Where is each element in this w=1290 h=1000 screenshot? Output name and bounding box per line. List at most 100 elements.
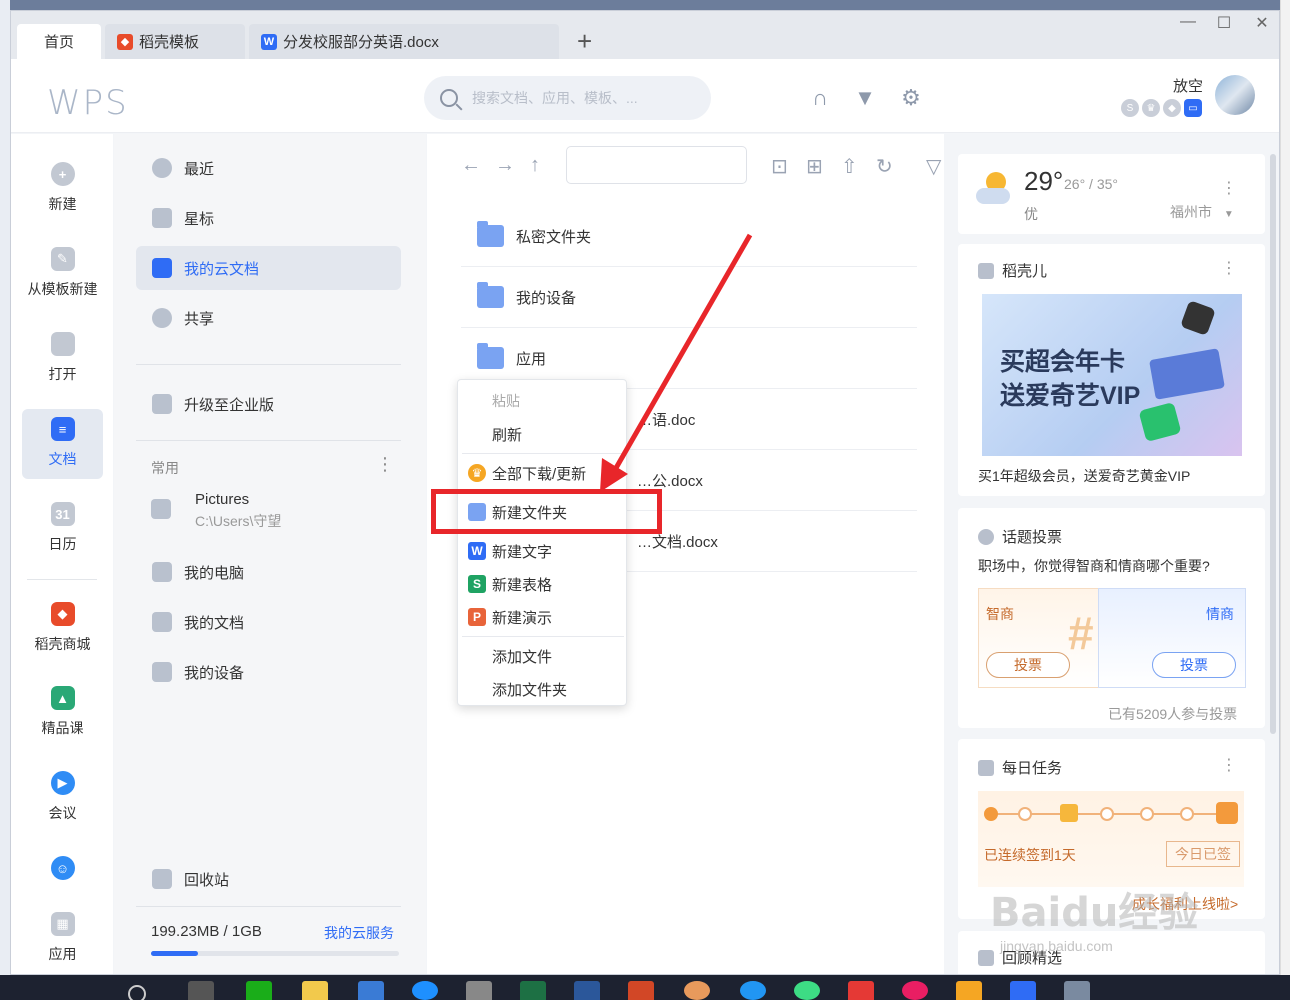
more-options-icon[interactable]: ⋮	[1221, 755, 1237, 775]
new-file-icon[interactable]: ⊞	[806, 154, 823, 179]
search-input[interactable]	[472, 90, 672, 106]
nav-new[interactable]: + 新建	[22, 154, 103, 224]
more-options-icon[interactable]: ⋮	[1221, 258, 1237, 278]
excel-icon[interactable]	[520, 981, 546, 1000]
skin-shirt-icon[interactable]: ▼	[853, 86, 877, 110]
sidebar-item-my-computer[interactable]: 我的电脑	[136, 550, 401, 594]
watermark-brand: Baidu经验	[990, 890, 1199, 936]
path-input[interactable]	[566, 146, 747, 184]
nav-documents[interactable]: ≡ 文档	[22, 409, 103, 479]
search-box[interactable]	[424, 76, 711, 120]
menu-item-add-folder[interactable]: 添加文件夹	[458, 674, 626, 704]
nav-label: 会议	[48, 805, 77, 821]
wps-taskbar-icon[interactable]	[1010, 981, 1036, 1000]
app-icon[interactable]	[684, 981, 710, 1000]
nav-apps[interactable]: ▦ 应用	[22, 904, 103, 974]
menu-item-new-slide[interactable]: P 新建演示	[458, 602, 626, 632]
app-icon[interactable]	[848, 981, 874, 1000]
signed-today-button[interactable]: 今日已签	[1166, 841, 1240, 867]
filter-icon[interactable]: ▽	[926, 154, 941, 179]
promo-banner[interactable]: 买超会年卡 送爱奇艺VIP	[982, 294, 1242, 456]
cloud-service-link[interactable]: 我的云服务	[324, 923, 394, 943]
store-icon[interactable]	[466, 981, 492, 1000]
task-view-icon[interactable]	[188, 981, 214, 1000]
powerpoint-icon[interactable]	[628, 981, 654, 1000]
close-icon[interactable]: ✕	[1247, 13, 1277, 33]
sidebar-item-label: 我的云文档	[184, 260, 260, 278]
tab-home[interactable]: 首页	[17, 24, 101, 59]
right-panel-scrollbar[interactable]	[1270, 154, 1276, 734]
gear-icon[interactable]: ⚙	[899, 86, 923, 110]
nav-new-from-template[interactable]: ✎ 从模板新建	[22, 239, 103, 309]
username[interactable]: 放空	[1173, 75, 1203, 96]
menu-item-new-sheet[interactable]: S 新建表格	[458, 569, 626, 599]
headset-icon[interactable]: ∩	[808, 86, 832, 110]
sidebar-item-upgrade-enterprise[interactable]: 升级至企业版	[136, 382, 401, 426]
city-selector[interactable]: 福州市 ▼	[1170, 202, 1234, 222]
storage-progress-bar	[151, 951, 399, 956]
app-icon[interactable]	[794, 981, 820, 1000]
badge-diamond-icon: ◆	[1163, 99, 1181, 117]
tab-document[interactable]: W 分发校服部分英语.docx	[249, 24, 559, 59]
file-name: 我的设备	[516, 289, 577, 307]
back-arrow-icon[interactable]: ←	[461, 154, 481, 177]
file-name: 私密文件夹	[516, 228, 592, 246]
nav-calendar[interactable]: 31 日历	[22, 494, 103, 564]
app-icon[interactable]	[956, 981, 982, 1000]
sidebar-item-pictures[interactable]: Pictures C:\Users\守望	[151, 491, 281, 531]
sidebar-item-recycle-bin[interactable]: 回收站	[136, 857, 401, 901]
maximize-icon[interactable]: ☐	[1209, 13, 1239, 33]
checkin-streak: 已连续签到1天	[984, 847, 1076, 863]
search-icon[interactable]	[128, 985, 146, 1000]
sidebar-item-cloud-docs[interactable]: 我的云文档	[136, 246, 401, 290]
vote-right-button[interactable]: 投票	[1152, 652, 1236, 678]
sidebar-item-shared[interactable]: 共享	[136, 296, 401, 340]
checkin-day	[1180, 807, 1194, 821]
sidebar-item-recent[interactable]: 最近	[136, 146, 401, 190]
checkin-day	[1018, 807, 1032, 821]
badge-s-icon: S	[1121, 99, 1139, 117]
minimize-icon[interactable]: —	[1173, 13, 1203, 31]
forward-arrow-icon[interactable]: →	[495, 154, 515, 177]
refresh-icon[interactable]: ↻	[876, 154, 893, 179]
word-icon[interactable]	[574, 981, 600, 1000]
sidebar-item-my-devices[interactable]: 我的设备	[136, 650, 401, 694]
more-options-icon[interactable]: ⋮	[376, 454, 394, 475]
nav-label: 文档	[48, 451, 77, 467]
private-folder-icon	[477, 221, 504, 247]
clock-icon	[152, 158, 172, 178]
app-icon[interactable]	[1064, 981, 1090, 1000]
laptop-illustration	[1149, 348, 1225, 400]
nav-meeting[interactable]: ▶ 会议	[22, 763, 103, 833]
file-explorer-icon[interactable]	[302, 981, 328, 1000]
wechat-icon[interactable]	[246, 981, 272, 1000]
up-arrow-icon[interactable]: ↑	[530, 154, 540, 177]
vote-left-button[interactable]: 投票	[986, 652, 1070, 678]
new-tab-button[interactable]: +	[577, 28, 592, 54]
sidebar-item-starred[interactable]: 星标	[136, 196, 401, 240]
nav-courses[interactable]: ▲ 精品课	[22, 678, 103, 748]
calendar-icon: 31	[50, 502, 75, 526]
watermark-url: jingyan.baidu.com	[1000, 938, 1113, 954]
upload-icon[interactable]: ⇧	[841, 154, 858, 179]
mail-icon[interactable]	[358, 981, 384, 1000]
tab-daoke-templates[interactable]: ◆ 稻壳模板	[105, 24, 245, 59]
folder-upload-icon[interactable]: ⊡	[771, 154, 788, 179]
more-options-icon[interactable]: ⋮	[1221, 178, 1237, 198]
menu-label: 添加文件	[492, 648, 553, 666]
menu-item-add-file[interactable]: 添加文件	[458, 641, 626, 671]
sidebar-item-my-documents[interactable]: 我的文档	[136, 600, 401, 644]
promo-caption[interactable]: 买1年超级会员，送爱奇艺黄金VIP	[978, 466, 1190, 486]
browser-icon[interactable]	[412, 981, 438, 1000]
menu-item-new-text[interactable]: W 新建文字	[458, 536, 626, 566]
nav-daoke-store[interactable]: ◆ 稻壳商城	[22, 594, 103, 664]
nav-open[interactable]: 打开	[22, 324, 103, 394]
app-icon[interactable]	[902, 981, 928, 1000]
app-icon[interactable]	[740, 981, 766, 1000]
vote-button-label: 投票	[1180, 657, 1208, 673]
member-badges[interactable]: S ♛ ◆ ▭	[1121, 99, 1202, 117]
nav-label: 打开	[48, 366, 77, 382]
nav-assistant[interactable]: ☺	[22, 848, 103, 888]
badge-crown-icon: ♛	[1142, 99, 1160, 117]
avatar[interactable]	[1215, 75, 1255, 115]
